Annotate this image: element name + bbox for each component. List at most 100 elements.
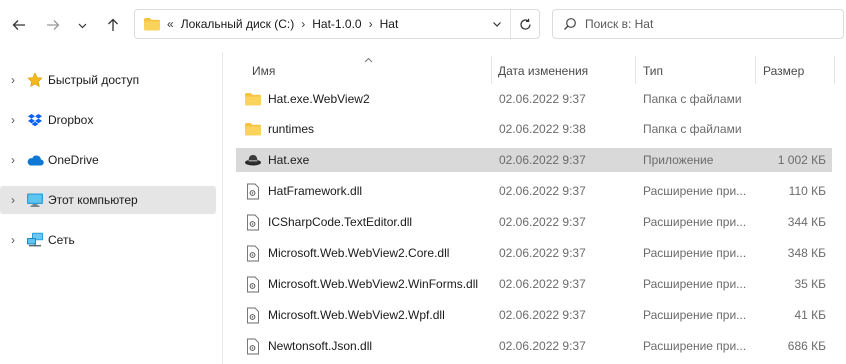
column-divider[interactable]	[755, 56, 756, 84]
file-row[interactable]: runtimes 02.06.2022 9:38 Папка с файлами	[236, 117, 832, 141]
file-row[interactable]: Microsoft.Web.WebView2.Core.dll 02.06.20…	[236, 241, 832, 265]
file-size: 110 КБ	[788, 184, 826, 198]
chevron-right-icon[interactable]: ›	[0, 153, 26, 167]
sort-ascending-icon	[364, 52, 373, 66]
file-row[interactable]: Newtonsoft.Json.dll 02.06.2022 9:37 Расш…	[236, 334, 832, 358]
navigation-pane: › Быстрый доступ › Dropbox › OneDrive › …	[0, 52, 223, 364]
column-header-name[interactable]: Имя	[252, 56, 275, 86]
sidebar-item-onedrive[interactable]: › OneDrive	[0, 146, 216, 174]
sidebar-item-label: Этот компьютер	[48, 193, 138, 207]
folder-icon	[144, 18, 160, 31]
file-name: Microsoft.Web.WebView2.Wpf.dll	[268, 308, 445, 322]
file-name: Newtonsoft.Json.dll	[268, 339, 373, 353]
arrow-right-icon	[47, 20, 60, 30]
breadcrumb-overflow[interactable]: «	[165, 17, 176, 31]
column-header-size[interactable]: Размер	[763, 56, 804, 86]
file-date: 02.06.2022 9:37	[499, 184, 586, 198]
file-name: Microsoft.Web.WebView2.WinForms.dll	[268, 277, 479, 291]
breadcrumb: « Локальный диск (C:) › Hat-1.0.0 › Hat	[135, 16, 484, 32]
file-date: 02.06.2022 9:37	[499, 277, 586, 291]
sidebar-item-network[interactable]: › Сеть	[0, 226, 216, 254]
folder-icon	[244, 120, 262, 138]
file-row[interactable]: Microsoft.Web.WebView2.Wpf.dll 02.06.202…	[236, 303, 832, 327]
file-size: 344 КБ	[787, 215, 826, 229]
file-size: 35 КБ	[794, 277, 826, 291]
file-size: 348 КБ	[787, 246, 826, 260]
file-name: runtimes	[268, 122, 315, 136]
hat-app-icon	[244, 151, 262, 169]
chevron-right-icon[interactable]: ›	[0, 73, 26, 87]
file-name: Hat.exe	[268, 153, 310, 167]
chevron-right-icon[interactable]: ›	[0, 233, 26, 247]
chevron-right-icon[interactable]: ›	[0, 113, 26, 127]
file-row-selected[interactable]: Hat.exe 02.06.2022 9:37 Приложение 1 002…	[236, 148, 832, 172]
file-size	[758, 87, 826, 111]
star-icon	[26, 71, 44, 89]
file-type: Расширение при...	[643, 184, 747, 198]
column-divider[interactable]	[491, 56, 492, 84]
arrow-left-icon	[12, 20, 25, 30]
file-row[interactable]: HatFramework.dll 02.06.2022 9:37 Расшире…	[236, 179, 832, 203]
file-date: 02.06.2022 9:37	[499, 246, 586, 260]
dll-file-icon	[244, 182, 262, 200]
column-divider[interactable]	[834, 56, 835, 84]
dll-file-icon	[244, 337, 262, 355]
arrow-up-icon	[108, 18, 118, 31]
folder-icon	[244, 90, 262, 108]
file-date: 02.06.2022 9:37	[499, 215, 586, 229]
sidebar-item-label: Быстрый доступ	[48, 73, 140, 87]
file-size	[758, 117, 826, 141]
column-header-date[interactable]: Дата изменения	[498, 56, 588, 86]
chevron-right-icon[interactable]: ›	[0, 193, 26, 207]
file-row[interactable]: ICSharpCode.TextEditor.dll 02.06.2022 9:…	[236, 210, 832, 234]
network-icon	[26, 231, 44, 249]
search-box[interactable]	[552, 9, 844, 39]
up-button[interactable]	[102, 14, 124, 36]
file-type: Расширение при...	[643, 246, 747, 260]
file-type: Папка с файлами	[643, 92, 742, 106]
sidebar-item-label: Dropbox	[48, 113, 94, 127]
file-date: 02.06.2022 9:37	[499, 153, 586, 167]
search-input[interactable]	[585, 17, 805, 31]
sidebar-item-dropbox[interactable]: › Dropbox	[0, 106, 216, 134]
file-type: Приложение	[643, 153, 714, 167]
address-dropdown-button[interactable]	[484, 10, 510, 38]
dll-file-icon	[244, 213, 262, 231]
back-button[interactable]	[8, 14, 30, 36]
file-date: 02.06.2022 9:37	[499, 92, 586, 106]
file-type: Расширение при...	[643, 308, 747, 322]
file-name: Hat.exe.WebView2	[268, 92, 370, 106]
file-row[interactable]: Hat.exe.WebView2 02.06.2022 9:37 Папка с…	[236, 87, 832, 111]
column-divider[interactable]	[635, 56, 636, 84]
file-list: Имя Дата изменения Тип Размер Hat.exe.We…	[222, 52, 846, 364]
file-date: 02.06.2022 9:37	[499, 339, 586, 353]
breadcrumb-local-disk[interactable]: Локальный диск (C:)	[176, 17, 300, 31]
file-date: 02.06.2022 9:38	[499, 122, 586, 136]
file-type: Расширение при...	[643, 339, 747, 353]
file-type: Расширение при...	[643, 215, 747, 229]
file-name: HatFramework.dll	[268, 184, 363, 198]
sidebar-item-quick-access[interactable]: › Быстрый доступ	[0, 66, 216, 94]
sidebar-item-this-pc[interactable]: › Этот компьютер	[0, 186, 216, 214]
file-size: 686 КБ	[787, 339, 826, 353]
file-size: 41 КБ	[794, 308, 826, 322]
refresh-button[interactable]	[510, 10, 539, 38]
forward-button[interactable]	[42, 14, 64, 36]
address-bar[interactable]: « Локальный диск (C:) › Hat-1.0.0 › Hat	[134, 9, 540, 39]
column-header-type[interactable]: Тип	[643, 56, 663, 86]
recent-locations-button[interactable]	[74, 14, 90, 36]
file-name: Microsoft.Web.WebView2.Core.dll	[268, 246, 450, 260]
dll-file-icon	[244, 244, 262, 262]
refresh-icon	[519, 18, 531, 30]
file-date: 02.06.2022 9:37	[499, 308, 586, 322]
file-row[interactable]: Microsoft.Web.WebView2.WinForms.dll 02.0…	[236, 272, 832, 296]
chevron-down-icon	[78, 23, 86, 28]
chevron-right-icon[interactable]: ›	[367, 17, 375, 31]
breadcrumb-hat-version[interactable]: Hat-1.0.0	[307, 17, 366, 31]
breadcrumb-hat[interactable]: Hat	[375, 17, 404, 31]
file-type: Папка с файлами	[643, 122, 742, 136]
toolbar: « Локальный диск (C:) › Hat-1.0.0 › Hat	[0, 0, 846, 52]
onedrive-cloud-icon	[26, 151, 44, 169]
chevron-right-icon[interactable]: ›	[299, 17, 307, 31]
dll-file-icon	[244, 275, 262, 293]
